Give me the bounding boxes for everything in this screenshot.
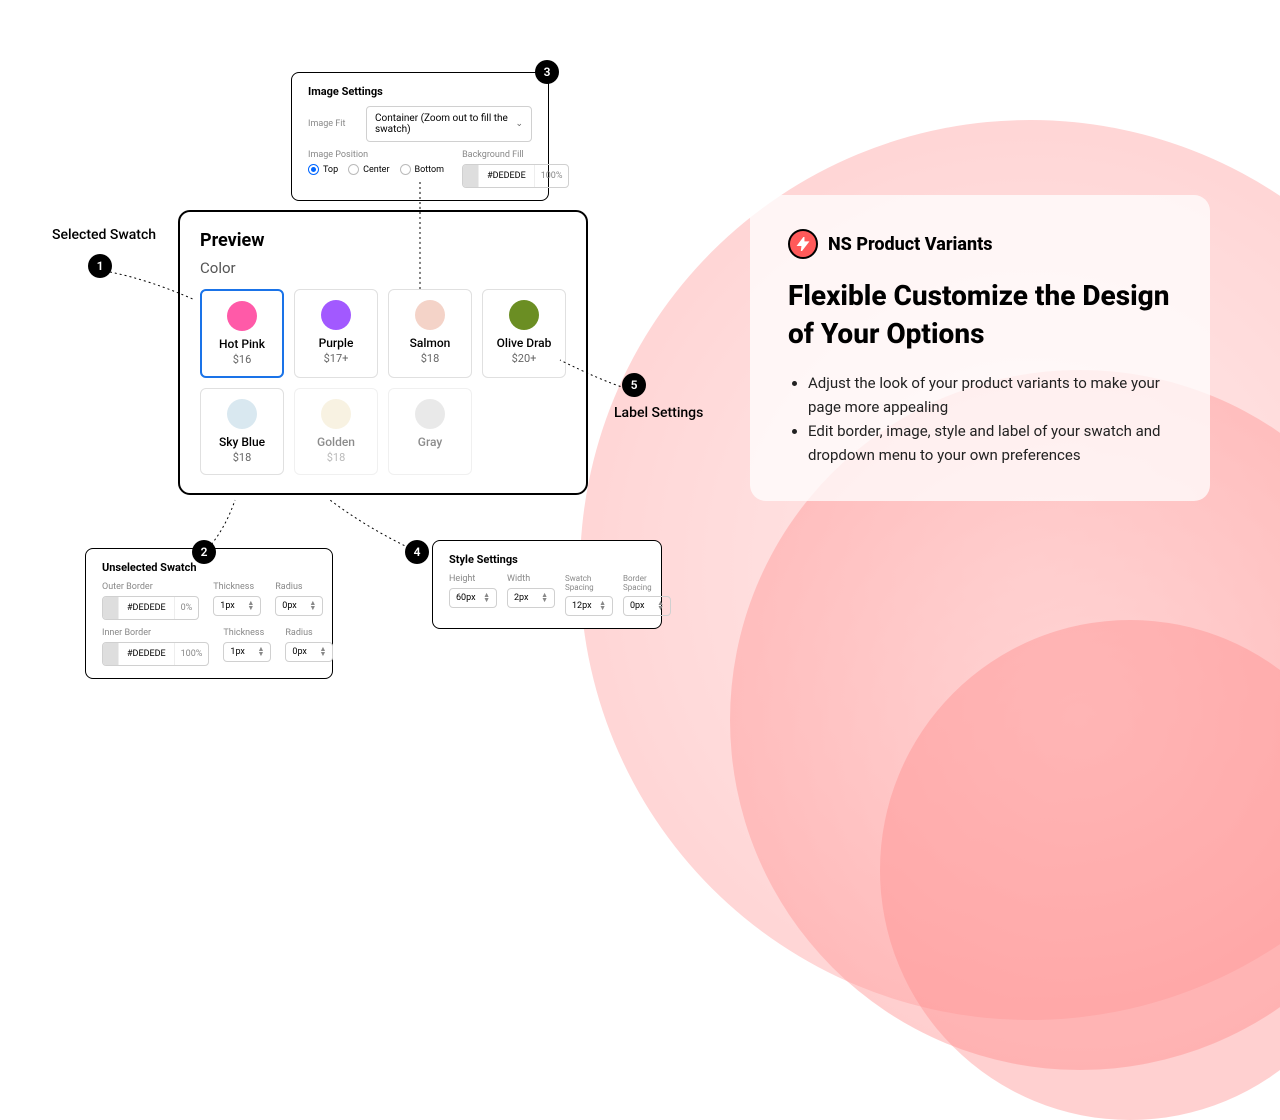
swatch-grid: Hot Pink $16 Purple $17+ Salmon $18 Olive Drab…: [200, 289, 566, 475]
color-circle: [321, 300, 351, 330]
badge-1: 1: [88, 254, 112, 278]
color-circle: [509, 300, 539, 330]
swatch-price: $18: [301, 451, 371, 464]
thickness-label: Thickness: [213, 582, 261, 592]
outer-radius-stepper[interactable]: 0px▲▼: [275, 596, 323, 616]
swatch-gray[interactable]: Gray: [388, 388, 472, 475]
color-swatch-icon: [463, 165, 479, 187]
swatch-salmon[interactable]: Salmon $18: [388, 289, 472, 378]
brand-name: NS Product Variants: [828, 234, 992, 255]
swatch-name: Golden: [301, 435, 371, 449]
swatch-name: Purple: [301, 336, 371, 350]
inner-border-color[interactable]: #DEDEDE100%: [102, 642, 209, 666]
border-spacing-label: Border Spacing: [623, 574, 671, 592]
width-label: Width: [507, 574, 555, 584]
bgfill-input[interactable]: #DEDEDE 100%: [462, 164, 569, 188]
chevron-down-icon: ⌄: [515, 119, 523, 129]
swatch-purple[interactable]: Purple $17+: [294, 289, 378, 378]
bgfill-pct: 100%: [534, 165, 569, 187]
annotation-label-1: Selected Swatch: [52, 227, 156, 243]
image-position-label: Image Position: [308, 150, 444, 160]
swatch-name: Sky Blue: [207, 435, 277, 449]
brand-logo-icon: [788, 229, 818, 259]
swatch-price: $17+: [301, 352, 371, 365]
border-spacing-stepper[interactable]: 0px▲▼: [623, 596, 671, 616]
badge-5: 5: [622, 373, 646, 397]
style-settings-card: Style Settings Height 60px▲▼ Width 2px▲▼ S…: [432, 540, 662, 629]
preview-card: Preview Color Hot Pink $16 Purple $17+ Salmo…: [178, 210, 588, 495]
swatch-name: Olive Drab: [489, 336, 559, 350]
headline: Flexible Customize the Design of Your Op…: [788, 277, 1172, 353]
color-circle: [227, 399, 257, 429]
swatch-name: Gray: [395, 435, 465, 449]
height-stepper[interactable]: 60px▲▼: [449, 588, 497, 608]
swatch-price: $18: [207, 451, 277, 464]
badge-3: 3: [535, 60, 559, 84]
swatch-spacing-label: Swatch Spacing: [565, 574, 613, 592]
info-panel: NS Product Variants Flexible Customize t…: [750, 195, 1210, 501]
swatch-hot-pink[interactable]: Hot Pink $16: [200, 289, 284, 378]
outer-border-label: Outer Border: [102, 582, 199, 592]
image-fit-label: Image Fit: [308, 119, 356, 129]
radio-bottom[interactable]: Bottom: [400, 164, 445, 175]
image-fit-select[interactable]: Container (Zoom out to fill the swatch) …: [366, 106, 532, 142]
radius-label: Radius: [275, 582, 323, 592]
width-stepper[interactable]: 2px▲▼: [507, 588, 555, 608]
swatch-name: Hot Pink: [208, 337, 276, 351]
image-settings-card: Image Settings Image Fit Container (Zoom…: [291, 72, 549, 201]
style-title: Style Settings: [449, 553, 645, 566]
outer-border-color[interactable]: #DEDEDE0%: [102, 596, 199, 620]
bullet-2: Edit border, image, style and label of y…: [808, 419, 1172, 467]
unselected-swatch-card: Unselected Swatch Outer Border #DEDEDE0%…: [85, 548, 333, 679]
outer-thickness-stepper[interactable]: 1px▲▼: [213, 596, 261, 616]
color-circle: [321, 399, 351, 429]
swatch-price: $20+: [489, 352, 559, 365]
swatch-price: $18: [395, 352, 465, 365]
preview-subtitle: Color: [200, 259, 566, 277]
unselected-title: Unselected Swatch: [102, 561, 316, 574]
badge-4: 4: [405, 540, 429, 564]
image-fit-value: Container (Zoom out to fill the swatch): [375, 113, 515, 135]
swatch-name: Salmon: [395, 336, 465, 350]
swatch-sky-blue[interactable]: Sky Blue $18: [200, 388, 284, 475]
radio-center[interactable]: Center: [348, 164, 389, 175]
badge-2: 2: [192, 540, 216, 564]
inner-thickness-stepper[interactable]: 1px▲▼: [223, 642, 271, 662]
color-circle: [415, 399, 445, 429]
preview-title: Preview: [200, 230, 566, 251]
bgfill-label: Background Fill: [462, 150, 569, 160]
swatch-spacing-stepper[interactable]: 12px▲▼: [565, 596, 613, 616]
feature-bullets: Adjust the look of your product variants…: [788, 371, 1172, 467]
swatch-golden[interactable]: Golden $18: [294, 388, 378, 475]
color-circle: [415, 300, 445, 330]
bullet-1: Adjust the look of your product variants…: [808, 371, 1172, 419]
height-label: Height: [449, 574, 497, 584]
color-circle: [227, 301, 257, 331]
bgfill-hex: #DEDEDE: [479, 165, 534, 187]
swatch-olive-drab[interactable]: Olive Drab $20+: [482, 289, 566, 378]
annotation-label-5: Label Settings: [614, 405, 703, 421]
radio-top[interactable]: Top: [308, 164, 338, 175]
inner-radius-stepper[interactable]: 0px▲▼: [285, 642, 333, 662]
swatch-price: $16: [208, 353, 276, 366]
inner-border-label: Inner Border: [102, 628, 209, 638]
image-settings-title: Image Settings: [308, 85, 532, 98]
